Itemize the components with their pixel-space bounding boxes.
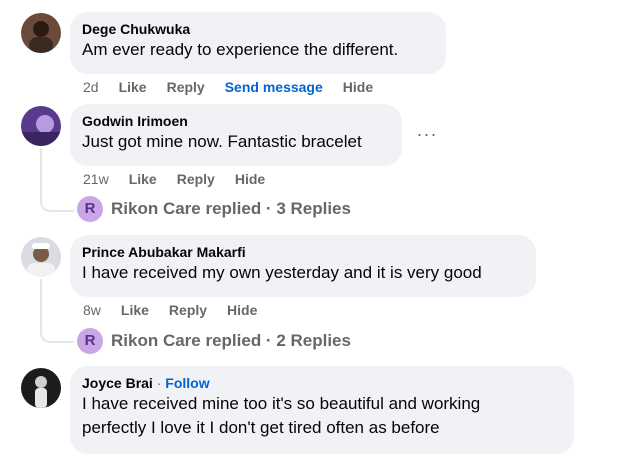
comment-time[interactable]: 2d [83,78,99,96]
replies-label: Rikon Care replied · 2 Replies [111,331,351,350]
hide-button[interactable]: Hide [227,301,257,319]
reply-button[interactable]: Reply [167,78,205,96]
comment-bubble: Godwin Irimoen Just got mine now. Fantas… [70,104,402,166]
avatar-prince-abubakar-makarfi[interactable] [21,237,61,277]
like-button[interactable]: Like [129,170,157,188]
avatar-image [21,106,61,146]
view-replies-button[interactable]: R Rikon Care replied · 2 Replies [77,328,351,354]
rikon-care-avatar: R [77,196,103,222]
comment-text: Am ever ready to experience the differen… [82,40,399,59]
comment-bubble: Joyce Brai · Follow I have received mine… [70,366,574,454]
hide-button[interactable]: Hide [343,78,373,96]
comment-actions: 21w Like Reply Hide [83,170,285,188]
thread-connector [40,279,74,343]
avatar-godwin-irimoen[interactable] [21,106,61,146]
send-message-button[interactable]: Send message [225,78,323,96]
separator-dot: · [152,375,166,391]
reply-button[interactable]: Reply [169,301,207,319]
hide-button[interactable]: Hide [235,170,265,188]
comment-bubble: Dege Chukwuka Am ever ready to experienc… [70,12,446,74]
avatar-image [21,368,61,408]
comment-actions: 8w Like Reply Hide [83,301,277,319]
comment-actions: 2d Like Reply Send message Hide [83,78,393,96]
more-options-icon[interactable]: ··· [415,125,439,151]
reply-button[interactable]: Reply [177,170,215,188]
avatar-image [21,13,61,53]
thread-connector [40,148,74,212]
comment-text: Just got mine now. Fantastic bracelet [82,132,362,151]
comment-author[interactable]: Joyce Brai [82,375,153,391]
comment-time[interactable]: 21w [83,170,109,188]
like-button[interactable]: Like [121,301,149,319]
avatar-image [21,237,61,277]
comment-bubble: Prince Abubakar Makarfi I have received … [70,235,536,297]
comment-text-line-1: I have received mine too it's so beautif… [82,394,481,413]
comment-author[interactable]: Prince Abubakar Makarfi [82,243,524,261]
like-button[interactable]: Like [119,78,147,96]
avatar-joyce-brai[interactable] [21,368,61,408]
comment-author-row: Joyce Brai · Follow [82,374,562,392]
view-replies-button[interactable]: R Rikon Care replied · 3 Replies [77,196,351,222]
follow-button[interactable]: Follow [165,375,209,391]
replies-label: Rikon Care replied · 3 Replies [111,199,351,218]
comment-text: I have received my own yesterday and it … [82,263,482,282]
avatar-dege-chukwuka[interactable] [21,13,61,53]
rikon-care-avatar: R [77,328,103,354]
comment-author[interactable]: Godwin Irimoen [82,112,390,130]
comment-text-line-2: perfectly I love it I don't get tired of… [82,418,440,437]
comment-time[interactable]: 8w [83,301,101,319]
comment-author[interactable]: Dege Chukwuka [82,20,434,38]
